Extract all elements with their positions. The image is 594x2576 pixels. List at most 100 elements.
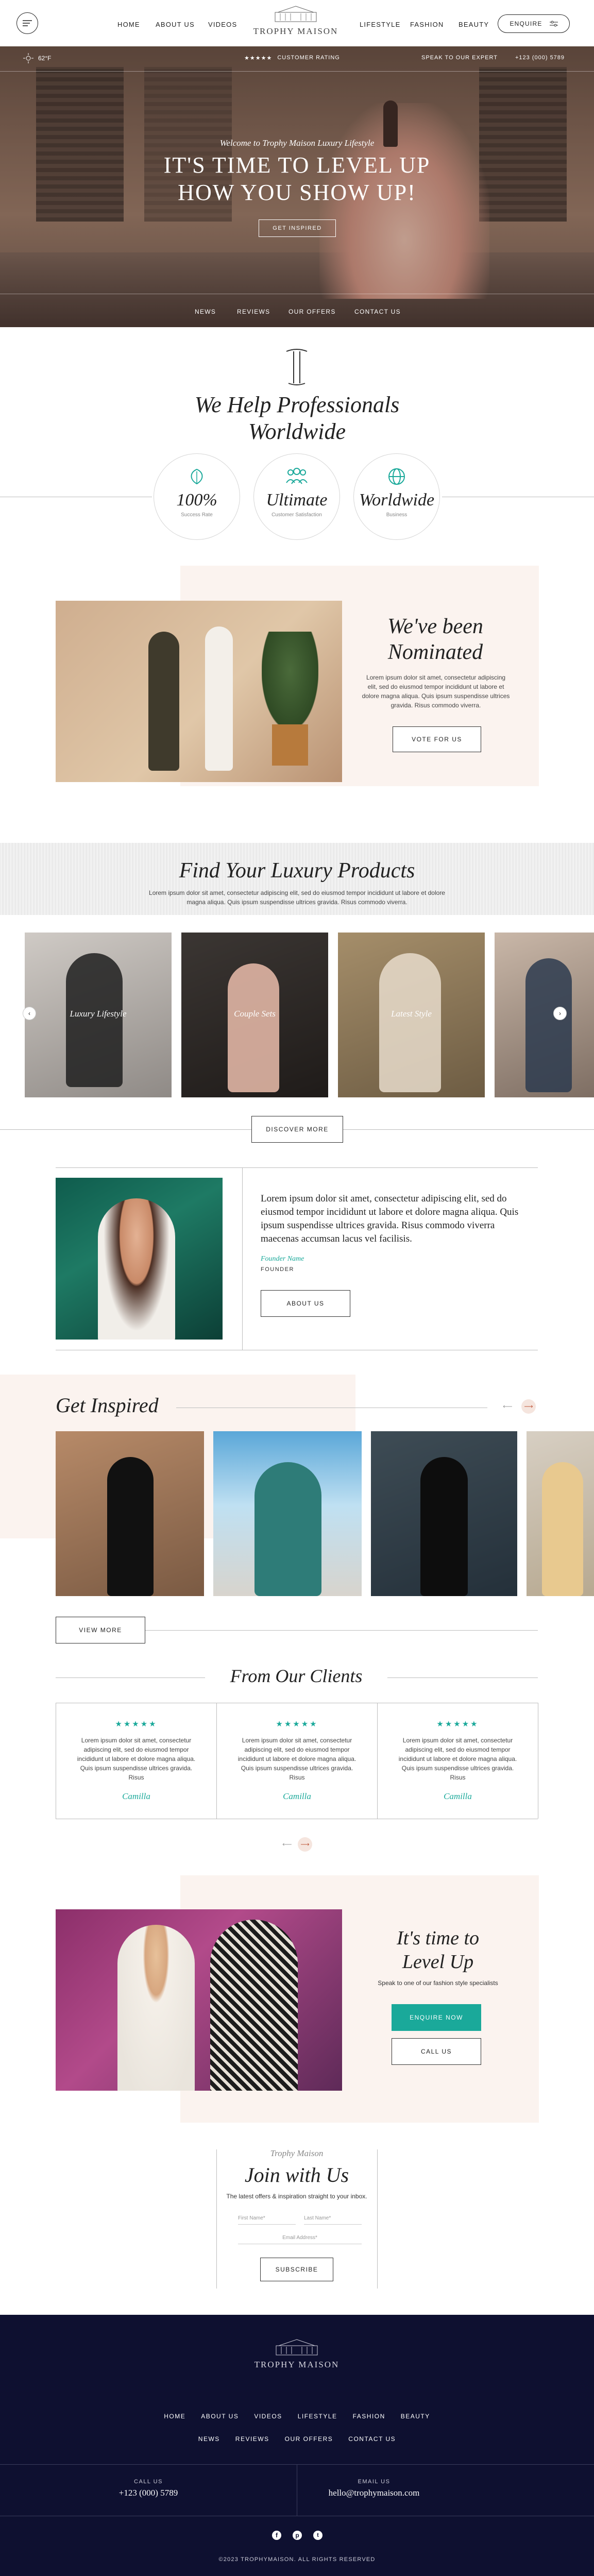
subnav-contact[interactable]: CONTACT US	[354, 308, 401, 315]
globe-icon	[388, 468, 405, 485]
footer-nav-beauty[interactable]: BEAUTY	[401, 2413, 430, 2420]
arrow-right-icon: ⟶	[300, 1841, 310, 1848]
footer-nav-fashion[interactable]: FASHION	[353, 2413, 385, 2420]
subnav-offers[interactable]: OUR OFFERS	[288, 308, 336, 315]
founder-image	[56, 1178, 223, 1340]
nav-videos[interactable]: VIDEOS	[208, 21, 237, 28]
join-border-right	[377, 2149, 378, 2289]
expert-phone[interactable]: +123 (000) 5789	[515, 55, 565, 61]
footer-nav-reviews[interactable]: REVIEWS	[235, 2435, 269, 2443]
inspired-prev-button[interactable]: ⟵	[503, 1402, 513, 1411]
vote-button[interactable]: VOTE FOR US	[393, 726, 481, 752]
rating-label: CUSTOMER RATING	[277, 55, 340, 61]
nav-about-us[interactable]: ABOUT US	[156, 21, 195, 28]
footer-logo[interactable]: TROPHY MAISON	[245, 2338, 348, 2370]
clients-line-left	[56, 1677, 205, 1678]
menu-icon[interactable]	[16, 12, 38, 34]
facebook-icon[interactable]: f	[272, 2531, 281, 2540]
inspire-card-3[interactable]	[371, 1431, 517, 1596]
founder-divider	[242, 1167, 243, 1350]
footer-nav-about[interactable]: ABOUT US	[201, 2413, 239, 2420]
subscribe-button[interactable]: SUBSCRIBE	[260, 2258, 333, 2281]
founder-figure	[98, 1198, 175, 1340]
footer-nav-offers[interactable]: OUR OFFERS	[285, 2435, 333, 2443]
hero-banner: 62°F ★★★★★ CUSTOMER RATING SPEAK TO OUR …	[0, 46, 594, 327]
footer-social: f p t	[262, 2531, 333, 2540]
people-icon	[286, 468, 308, 484]
chevron-left-icon: ‹	[28, 1010, 30, 1017]
stat-success-label: Success Rate	[181, 512, 213, 518]
footer-nav-contact[interactable]: CONTACT US	[348, 2435, 396, 2443]
discover-more-button[interactable]: DISCOVER MORE	[251, 1116, 343, 1143]
enquire-now-button[interactable]: ENQUIRE NOW	[392, 2004, 481, 2031]
nominated-image	[56, 601, 342, 782]
product-card-4[interactable]	[495, 933, 594, 1097]
inspire-card-1[interactable]	[56, 1431, 204, 1596]
chevron-right-icon: ›	[559, 1010, 561, 1017]
footer-email[interactable]: EMAIL US hello@trophymaison.com	[297, 2479, 451, 2498]
footer-nav-row-1: HOME ABOUT US VIDEOS LIFESTYLE FASHION B…	[0, 2413, 594, 2420]
pinterest-icon[interactable]: p	[293, 2531, 302, 2540]
footer-call-label: CALL US	[134, 2479, 163, 2485]
model-figure-light	[205, 626, 233, 771]
clients-next-button[interactable]: ⟶	[298, 1837, 312, 1852]
founder-role: FOUNDER	[261, 1266, 294, 1273]
footer-call[interactable]: CALL US +123 (000) 5789	[0, 2479, 297, 2498]
stat-success: 100% Success Rate	[154, 453, 240, 540]
levelup-body: Speak to one of our fashion style specia…	[378, 1979, 498, 1987]
hero-welcome: Welcome to Trophy Maison Luxury Lifestyl…	[219, 138, 375, 148]
product-card-2[interactable]: Couple Sets	[181, 933, 328, 1097]
email-field[interactable]: Email Address*	[238, 2231, 362, 2244]
product-card-1[interactable]: Luxury Lifestyle	[25, 933, 172, 1097]
footer-nav-home[interactable]: HOME	[164, 2413, 185, 2420]
view-more-button[interactable]: VIEW MORE	[56, 1617, 145, 1643]
nominated-title-1: We've been	[387, 615, 483, 638]
hero-headline-1: IT'S TIME TO LEVEL UP	[163, 152, 431, 178]
inspired-next-button[interactable]: ⟶	[521, 1399, 536, 1414]
carousel-next-button[interactable]: ›	[553, 1007, 567, 1020]
get-inspired-button[interactable]: GET INSPIRED	[259, 219, 336, 237]
professionals-title-1: We Help Professionals	[194, 392, 400, 417]
inspire-card-1-figure	[107, 1457, 154, 1596]
rating-strip: ★★★★★ CUSTOMER RATING	[244, 55, 340, 61]
inspire-card-2-figure	[254, 1462, 321, 1596]
inspire-card-3-figure	[420, 1457, 468, 1596]
carousel-prev-button[interactable]: ‹	[23, 1007, 36, 1020]
stat-satisfaction-label: Customer Satisfaction	[271, 512, 322, 518]
call-us-button[interactable]: CALL US	[392, 2038, 481, 2065]
product-card-3-label: Latest Style	[391, 1009, 432, 1019]
stat-worldwide-label: Business	[386, 512, 408, 518]
footer-nav-videos[interactable]: VIDEOS	[254, 2413, 282, 2420]
footer-nav-news[interactable]: NEWS	[198, 2435, 220, 2443]
footer-nav-row-2: NEWS REVIEWS OUR OFFERS CONTACT US	[0, 2435, 594, 2443]
expert-label[interactable]: SPEAK TO OUR EXPERT	[421, 55, 498, 61]
weather-widget: 62°F	[23, 53, 51, 64]
inspire-card-4[interactable]	[527, 1431, 594, 1596]
footer-logo-text: TROPHY MAISON	[254, 2360, 340, 2369]
testimonial-1-text: Lorem ipsum dolor sit amet, consectetur …	[77, 1737, 196, 1781]
product-card-3[interactable]: Latest Style	[338, 933, 485, 1097]
founder-quote: Lorem ipsum dolor sit amet, consectetur …	[261, 1193, 519, 1244]
about-us-button[interactable]: ABOUT US	[261, 1290, 350, 1317]
founder-top-line	[56, 1167, 538, 1168]
sun-icon	[23, 53, 33, 63]
weather-temp: 62°F	[38, 55, 52, 62]
nav-lifestyle[interactable]: LIFESTYLE	[360, 21, 400, 28]
site-logo[interactable]: TROPHY MAISON	[244, 5, 347, 41]
product-card-1-figure	[66, 953, 123, 1087]
nav-home[interactable]: HOME	[117, 21, 140, 28]
testimonial-3-stars: ★★★★★	[436, 1720, 479, 1728]
nav-beauty[interactable]: BEAUTY	[459, 21, 489, 28]
last-name-field[interactable]: Last Name*	[304, 2211, 362, 2225]
first-name-field[interactable]: First Name*	[238, 2211, 296, 2225]
subnav-reviews[interactable]: REVIEWS	[237, 308, 270, 315]
levelup-man-figure	[210, 1920, 298, 2091]
inspire-card-2[interactable]	[213, 1431, 362, 1596]
enquire-button[interactable]: ENQUIRE	[498, 14, 570, 33]
subnav-news[interactable]: NEWS	[195, 308, 216, 315]
nav-fashion[interactable]: FASHION	[410, 21, 444, 28]
twitter-icon[interactable]: t	[313, 2531, 323, 2540]
clients-prev-button[interactable]: ⟵	[282, 1840, 292, 1849]
footer-nav-lifestyle[interactable]: LIFESTYLE	[298, 2413, 337, 2420]
model-figure-dark	[148, 632, 179, 771]
